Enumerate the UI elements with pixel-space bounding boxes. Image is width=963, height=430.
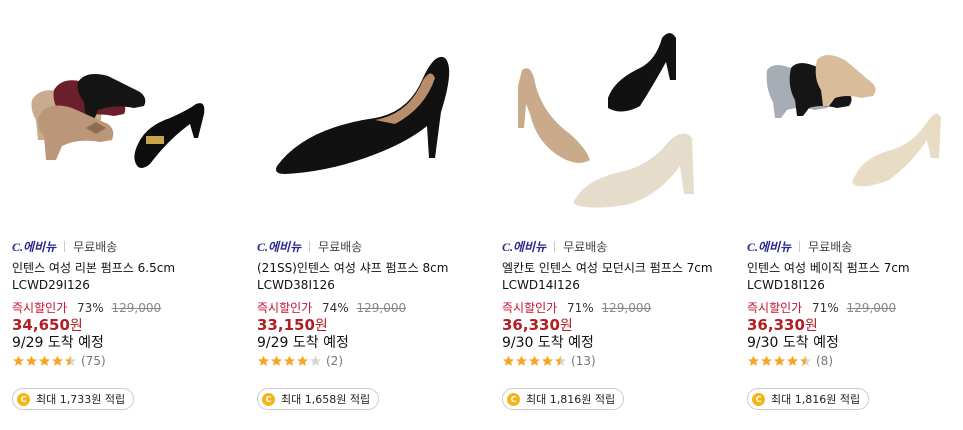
brand-row: C.에비뉴 무료배송 [257, 238, 362, 255]
star-icon [271, 355, 282, 366]
star-icon [516, 355, 527, 366]
points-text: 최대 1,816원 적립 [771, 393, 861, 406]
star-icon [787, 355, 798, 366]
arrival-date: 9/30 도착 예정 [747, 335, 839, 351]
original-price: 129,000 [356, 301, 407, 315]
original-price: 129,000 [111, 301, 162, 315]
product-card[interactable]: C.에비뉴 무료배송 인텐스 여성 리본 펌프스 6.5cm LCWD29I126… [0, 0, 240, 430]
brand-row: C.에비뉴 무료배송 [747, 238, 852, 255]
product-card[interactable]: C.에비뉴 무료배송 (21SS)인텐스 여성 샤프 펌프스 8cm LCWD38… [245, 0, 485, 430]
arrival-date: 9/30 도착 예정 [502, 335, 594, 351]
star-rating [12, 355, 77, 367]
rating: (75) [12, 354, 106, 368]
discount-row: 즉시할인가 73% 129,000 [12, 299, 161, 316]
star-icon [39, 355, 50, 366]
star-icon [555, 355, 566, 366]
star-icon [26, 355, 37, 366]
product-grid: C.에비뉴 무료배송 인텐스 여성 리본 펌프스 6.5cm LCWD29I126… [0, 0, 963, 430]
arrival-date: 9/29 도착 예정 [12, 335, 104, 351]
star-icon [52, 355, 63, 366]
shipping-label: 무료배송 [73, 240, 118, 254]
product-image[interactable] [490, 8, 730, 218]
points-badge: C 최대 1,816원 적립 [502, 388, 625, 410]
discount-label: 즉시할인가 [257, 301, 313, 315]
arrival-date: 9/29 도착 예정 [257, 335, 349, 351]
divider [554, 241, 556, 252]
discount-row: 즉시할인가 74% 129,000 [257, 299, 406, 316]
star-icon [297, 355, 308, 366]
brand-logo[interactable]: C.에비뉴 [502, 240, 546, 254]
discount-label: 즉시할인가 [502, 301, 558, 315]
star-icon [529, 355, 540, 366]
discount-percent: 71% [812, 301, 839, 315]
points-text: 최대 1,816원 적립 [526, 393, 616, 406]
discount-percent: 74% [322, 301, 349, 315]
product-image[interactable] [0, 8, 240, 218]
discount-percent: 73% [77, 301, 104, 315]
discount-label: 즉시할인가 [12, 301, 68, 315]
coin-icon: C [17, 392, 30, 406]
divider [309, 241, 311, 252]
brand-logo[interactable]: C.에비뉴 [747, 240, 791, 254]
star-rating [257, 355, 322, 367]
product-image[interactable] [245, 8, 485, 218]
product-card[interactable]: C.에비뉴 무료배송 엘칸토 인텐스 여성 모던시크 펌프스 7cm LCWD14… [490, 0, 730, 430]
discount-label: 즉시할인가 [747, 301, 803, 315]
rating: (13) [502, 354, 596, 368]
divider [799, 241, 801, 252]
star-icon [761, 355, 772, 366]
product-title[interactable]: 엘칸토 인텐스 여성 모던시크 펌프스 7cm LCWD14I126 [502, 260, 727, 294]
discount-row: 즉시할인가 71% 129,000 [747, 299, 896, 316]
product-card[interactable]: C.에비뉴 무료배송 인텐스 여성 베이직 펌프스 7cm LCWD18I126 … [735, 0, 963, 430]
star-icon [310, 355, 321, 366]
star-icon [800, 355, 811, 366]
review-count[interactable]: (13) [571, 354, 596, 368]
review-count[interactable]: (8) [816, 354, 833, 368]
brand-row: C.에비뉴 무료배송 [502, 238, 607, 255]
coin-icon: C [507, 392, 520, 406]
coin-icon: C [752, 392, 765, 406]
points-text: 최대 1,658원 적립 [281, 393, 371, 406]
points-badge: C 최대 1,816원 적립 [747, 388, 870, 410]
shipping-label: 무료배송 [318, 240, 363, 254]
product-title[interactable]: (21SS)인텐스 여성 샤프 펌프스 8cm LCWD38I126 [257, 260, 482, 294]
rating: (2) [257, 354, 343, 368]
star-icon [65, 355, 76, 366]
brand-logo[interactable]: C.에비뉴 [12, 240, 56, 254]
review-count[interactable]: (75) [81, 354, 106, 368]
star-icon [748, 355, 759, 366]
star-icon [258, 355, 269, 366]
rating: (8) [747, 354, 833, 368]
coin-icon: C [262, 392, 275, 406]
points-text: 최대 1,733원 적립 [36, 393, 126, 406]
review-count[interactable]: (2) [326, 354, 343, 368]
star-icon [503, 355, 514, 366]
shipping-label: 무료배송 [563, 240, 608, 254]
product-image[interactable] [735, 8, 963, 218]
divider [64, 241, 66, 252]
discount-percent: 71% [567, 301, 594, 315]
product-title[interactable]: 인텐스 여성 리본 펌프스 6.5cm LCWD29I126 [12, 260, 237, 294]
star-icon [542, 355, 553, 366]
brand-row: C.에비뉴 무료배송 [12, 238, 117, 255]
star-rating [747, 355, 812, 367]
discount-row: 즉시할인가 71% 129,000 [502, 299, 651, 316]
star-rating [502, 355, 567, 367]
product-title[interactable]: 인텐스 여성 베이직 펌프스 7cm LCWD18I126 [747, 260, 963, 294]
star-icon [13, 355, 24, 366]
brand-logo[interactable]: C.에비뉴 [257, 240, 301, 254]
shipping-label: 무료배송 [808, 240, 853, 254]
points-badge: C 최대 1,733원 적립 [12, 388, 135, 410]
original-price: 129,000 [601, 301, 652, 315]
original-price: 129,000 [846, 301, 897, 315]
star-icon [284, 355, 295, 366]
points-badge: C 최대 1,658원 적립 [257, 388, 380, 410]
star-icon [774, 355, 785, 366]
